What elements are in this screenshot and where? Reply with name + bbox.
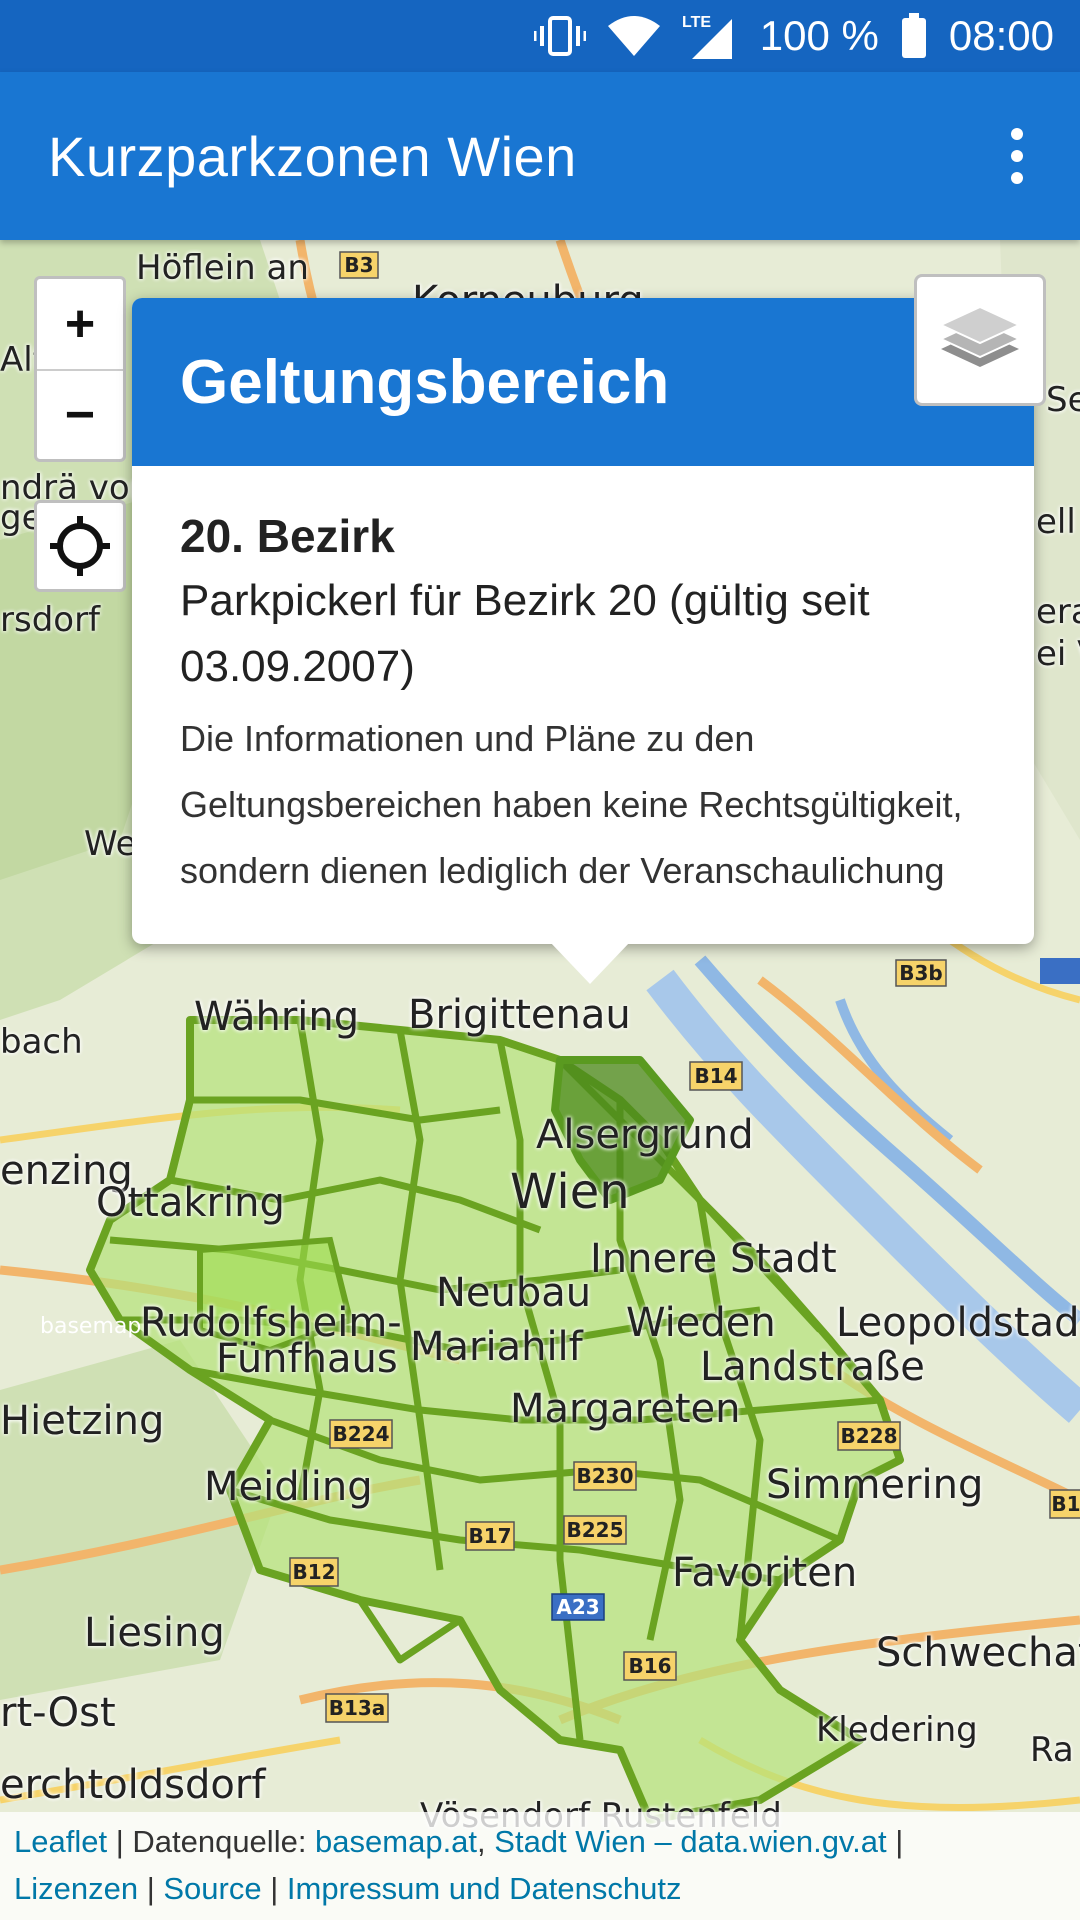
place-label: Währing: [194, 994, 360, 1040]
attribution-text: |: [886, 1824, 904, 1859]
place-label: rsdorf: [0, 600, 101, 640]
road-b225: B225: [567, 1518, 624, 1542]
place-label: Favoriten: [672, 1550, 858, 1596]
road-b12: B12: [292, 1560, 335, 1584]
place-label: ei V: [1036, 634, 1080, 674]
place-label: Ottakring: [96, 1180, 285, 1226]
place-label: Fünfhaus: [216, 1336, 398, 1382]
popup-body: 20. Bezirk Parkpickerl für Bezirk 20 (gü…: [132, 466, 1034, 944]
road-b1: B1: [1051, 1492, 1080, 1516]
place-label: We: [84, 824, 137, 864]
battery-text: 100 %: [759, 12, 879, 59]
impressum-link[interactable]: Impressum und Datenschutz: [287, 1871, 682, 1906]
disclaimer-text: Die Informationen und Pläne zu den Geltu…: [180, 718, 963, 891]
layers-button[interactable]: [914, 274, 1046, 406]
app-screen: LTE 100 % 08:00 Kurzparkzonen Wien B3 B3…: [0, 0, 1080, 1920]
place-label: Leopoldstadt: [836, 1300, 1080, 1346]
lizenzen-link[interactable]: Lizenzen: [14, 1871, 138, 1906]
place-label: Margareten: [510, 1386, 741, 1432]
app-title: Kurzparkzonen Wien: [48, 124, 577, 188]
popup-tip: [550, 942, 630, 984]
road-b3b: B3b: [899, 961, 942, 985]
svg-text:LTE: LTE: [682, 14, 711, 31]
attribution-text: |: [261, 1871, 287, 1906]
place-label: Simmering: [766, 1462, 984, 1508]
clock: 08:00: [948, 12, 1054, 59]
place-label: Hietzing: [0, 1398, 165, 1444]
vibrate-icon: [533, 14, 586, 58]
place-label: Neubau: [436, 1270, 592, 1316]
pickerl-info: Parkpickerl für Bezirk 20 (gültig seit 0…: [180, 576, 870, 691]
place-label: bach: [0, 1022, 83, 1062]
place-label: rt-Ost: [0, 1690, 116, 1736]
zoom-out-button[interactable]: −: [37, 369, 123, 459]
signal-icon: LTE: [682, 11, 738, 61]
place-label: Kledering: [816, 1710, 978, 1750]
road-b228: B228: [841, 1424, 898, 1448]
road-b14: B14: [694, 1064, 737, 1088]
place-label: Höflein an: [136, 248, 309, 288]
place-label: erchtoldsdorf: [0, 1762, 266, 1808]
wifi-icon: [607, 16, 660, 56]
leaflet-link[interactable]: Leaflet: [14, 1824, 107, 1859]
road-a23: A23: [556, 1595, 599, 1619]
attribution: Leaflet | Datenquelle: basemap.at, Stadt…: [0, 1812, 1080, 1920]
locate-button[interactable]: [34, 500, 126, 592]
crosshair-icon: [50, 516, 110, 576]
road-b230: B230: [577, 1464, 634, 1488]
road-b13a: B13a: [329, 1696, 386, 1720]
place-label: Se: [1046, 380, 1080, 420]
place-label: Liesing: [84, 1610, 225, 1656]
place-label: ell: [1036, 502, 1076, 542]
place-label: Wieden: [626, 1300, 776, 1346]
zoom-control: + −: [34, 276, 126, 462]
app-bar: Kurzparkzonen Wien: [0, 72, 1080, 240]
district-name: 20. Bezirk: [180, 510, 395, 562]
battery-icon: [901, 13, 927, 59]
road-b16: B16: [628, 1654, 671, 1678]
place-label: Ra: [1030, 1730, 1074, 1770]
place-label: Meidling: [204, 1464, 373, 1510]
source-link[interactable]: Source: [163, 1871, 261, 1906]
place-label: Landstraße: [700, 1344, 925, 1390]
place-label: Innere Stadt: [590, 1236, 837, 1282]
place-label: Brigittenau: [408, 992, 631, 1038]
popup-title: Geltungsbereich: [132, 298, 1034, 466]
stadt-wien-link[interactable]: Stadt Wien – data.wien.gv.at: [494, 1824, 886, 1859]
zoom-in-button[interactable]: +: [37, 279, 123, 369]
layers-icon: [939, 305, 1021, 367]
road-b3: B3: [344, 253, 373, 277]
basemap-link[interactable]: basemap.at: [315, 1824, 477, 1859]
map-view[interactable]: B3 B3b B224 B230 B225 B17 B12 B13a B16 B…: [0, 240, 1080, 1920]
road-b224: B224: [333, 1422, 390, 1446]
road-b17: B17: [468, 1524, 511, 1548]
place-label: era: [1036, 592, 1080, 632]
attribution-text: | Datenquelle:: [107, 1824, 316, 1859]
place-label: Wien: [510, 1164, 630, 1220]
watermark: basemap: [40, 1314, 142, 1339]
info-popup: Geltungsbereich 20. Bezirk Parkpickerl f…: [132, 298, 1034, 984]
more-vert-icon[interactable]: [982, 111, 1052, 201]
attribution-text: |: [138, 1871, 164, 1906]
place-label: Mariahilf: [410, 1324, 583, 1370]
attribution-text: ,: [477, 1824, 495, 1859]
place-label: Schwechat: [876, 1630, 1080, 1676]
place-label: Alsergrund: [536, 1112, 754, 1158]
status-bar: LTE 100 % 08:00: [0, 0, 1080, 72]
